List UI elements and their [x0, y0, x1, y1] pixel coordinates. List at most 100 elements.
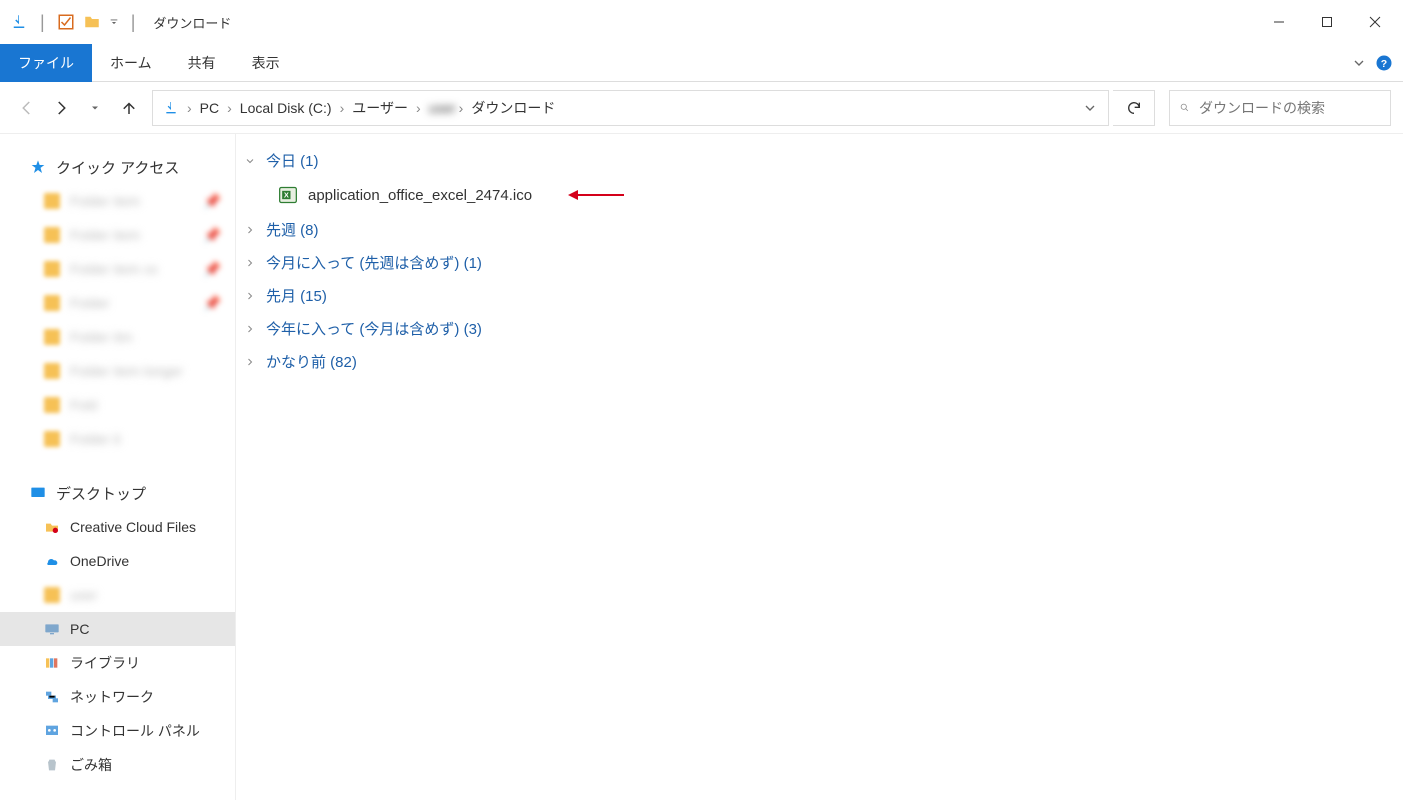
folder-icon: [44, 193, 60, 209]
sidebar-recycle-bin[interactable]: ごみ箱: [0, 748, 235, 782]
star-icon: [30, 159, 46, 175]
chevron-right-icon[interactable]: ›: [338, 100, 347, 116]
recycle-bin-icon: [44, 757, 60, 773]
tab-view[interactable]: 表示: [234, 44, 298, 82]
sidebar-onedrive[interactable]: OneDrive: [0, 544, 235, 578]
search-input[interactable]: [1199, 100, 1380, 116]
address-bar[interactable]: › PC › Local Disk (C:) › ユーザー › user › ダ…: [152, 90, 1109, 126]
group-this-month[interactable]: 今月に入って (先週は含めず) (1): [242, 246, 1397, 279]
excel-ico-icon: X: [278, 185, 298, 205]
sidebar-pinned-item[interactable]: Folder itm: [0, 320, 235, 354]
group-this-year[interactable]: 今年に入って (今月は含めず) (3): [242, 312, 1397, 345]
search-icon: [1180, 100, 1189, 115]
back-button[interactable]: [12, 93, 42, 123]
tab-file[interactable]: ファイル: [0, 44, 92, 82]
sidebar-item-label: Creative Cloud Files: [70, 519, 196, 535]
crumb-downloads[interactable]: ダウンロード: [465, 98, 561, 118]
file-list-pane: 今日 (1) X application_office_excel_2474.i…: [236, 134, 1403, 800]
group-last-month[interactable]: 先月 (15): [242, 279, 1397, 312]
chevron-right-icon: [244, 290, 258, 302]
folder-icon: [44, 431, 60, 447]
crumb-users[interactable]: ユーザー: [346, 98, 414, 118]
sidebar-user-item[interactable]: user: [0, 578, 235, 612]
close-button[interactable]: [1351, 0, 1399, 44]
ribbon: ファイル ホーム 共有 表示 ?: [0, 44, 1403, 82]
sidebar-pinned-item[interactable]: Fold: [0, 388, 235, 422]
folder-icon: [44, 227, 60, 243]
group-label: 今月に入って (先週は含めず) (1): [266, 252, 482, 273]
pc-icon: [44, 621, 60, 637]
chevron-right-icon: [244, 323, 258, 335]
chevron-right-icon[interactable]: ›: [457, 100, 466, 116]
onedrive-icon: [44, 553, 60, 569]
tab-home[interactable]: ホーム: [92, 44, 170, 82]
sidebar-pinned-item[interactable]: Folder it: [0, 422, 235, 456]
sidebar-item-label: クイック アクセス: [56, 157, 179, 178]
svg-text:?: ?: [1381, 57, 1387, 69]
group-today[interactable]: 今日 (1): [242, 144, 1397, 177]
folder-icon: [44, 329, 60, 345]
annotation-arrow-icon: [566, 182, 626, 208]
libraries-icon: [44, 655, 60, 671]
folder-icon: [44, 587, 60, 603]
chevron-right-icon: [244, 356, 258, 368]
chevron-right-icon[interactable]: ›: [185, 100, 194, 116]
search-box[interactable]: [1169, 90, 1391, 126]
sidebar-pc[interactable]: PC: [0, 612, 235, 646]
sidebar-pinned-item[interactable]: Folder item longer: [0, 354, 235, 388]
sidebar-network[interactable]: ネットワーク: [0, 680, 235, 714]
sidebar-pinned-item[interactable]: Folder📌: [0, 286, 235, 320]
download-arrow-icon: [10, 13, 28, 31]
window-title: ダウンロード: [153, 13, 231, 32]
forward-button[interactable]: [46, 93, 76, 123]
crumb-user[interactable]: user: [423, 100, 457, 116]
sidebar-control-panel[interactable]: コントロール パネル: [0, 714, 235, 748]
minimize-button[interactable]: [1255, 0, 1303, 44]
help-icon[interactable]: ?: [1375, 54, 1393, 72]
crumb-disk[interactable]: Local Disk (C:): [234, 100, 338, 116]
sidebar-item-label: PC: [70, 621, 89, 637]
recent-locations-button[interactable]: [80, 93, 110, 123]
checkbox-icon[interactable]: [57, 13, 75, 31]
chevron-right-icon[interactable]: ›: [414, 100, 423, 116]
chevron-right-icon: [244, 224, 258, 236]
sidebar-ccf[interactable]: Creative Cloud Files: [0, 510, 235, 544]
maximize-button[interactable]: [1303, 0, 1351, 44]
file-name: application_office_excel_2474.ico: [308, 187, 532, 204]
tab-share[interactable]: 共有: [170, 44, 234, 82]
group-long-ago[interactable]: かなり前 (82): [242, 345, 1397, 378]
titlebar: | | ダウンロード: [0, 0, 1403, 44]
chevron-down-icon: [244, 155, 258, 167]
navigation-pane: クイック アクセス Folder item📌 Folder item📌 Fold…: [0, 134, 236, 800]
file-item[interactable]: X application_office_excel_2474.ico: [242, 177, 1397, 213]
sidebar-desktop[interactable]: デスクトップ: [0, 476, 235, 510]
up-button[interactable]: [114, 93, 144, 123]
sidebar-item-label: ライブラリ: [70, 653, 140, 673]
folder-icon: [83, 13, 101, 31]
svg-text:X: X: [284, 191, 289, 200]
chevron-down-icon[interactable]: [1351, 55, 1367, 71]
sidebar-pinned-item[interactable]: Folder item📌: [0, 184, 235, 218]
chevron-down-icon[interactable]: [1082, 100, 1098, 116]
quick-access-toolbar: | | ダウンロード: [4, 12, 231, 33]
sidebar-pinned-item[interactable]: Folder item📌: [0, 218, 235, 252]
navigation-row: › PC › Local Disk (C:) › ユーザー › user › ダ…: [0, 82, 1403, 134]
folder-icon: [44, 261, 60, 277]
separator: |: [40, 12, 45, 33]
sidebar-libraries[interactable]: ライブラリ: [0, 646, 235, 680]
group-last-week[interactable]: 先週 (8): [242, 213, 1397, 246]
desktop-icon: [30, 485, 46, 501]
chevron-right-icon: [244, 257, 258, 269]
sidebar-quick-access[interactable]: クイック アクセス: [0, 150, 235, 184]
group-label: かなり前 (82): [266, 351, 357, 372]
dropdown-caret-icon[interactable]: [109, 13, 119, 31]
crumb-pc[interactable]: PC: [194, 100, 225, 116]
creative-cloud-icon: [44, 519, 60, 535]
group-label: 今日 (1): [266, 150, 319, 171]
sidebar-item-label: デスクトップ: [56, 483, 146, 504]
folder-icon: [44, 363, 60, 379]
sidebar-item-label: ネットワーク: [70, 687, 154, 707]
refresh-button[interactable]: [1113, 90, 1155, 126]
chevron-right-icon[interactable]: ›: [225, 100, 234, 116]
sidebar-pinned-item[interactable]: Folder item xx📌: [0, 252, 235, 286]
